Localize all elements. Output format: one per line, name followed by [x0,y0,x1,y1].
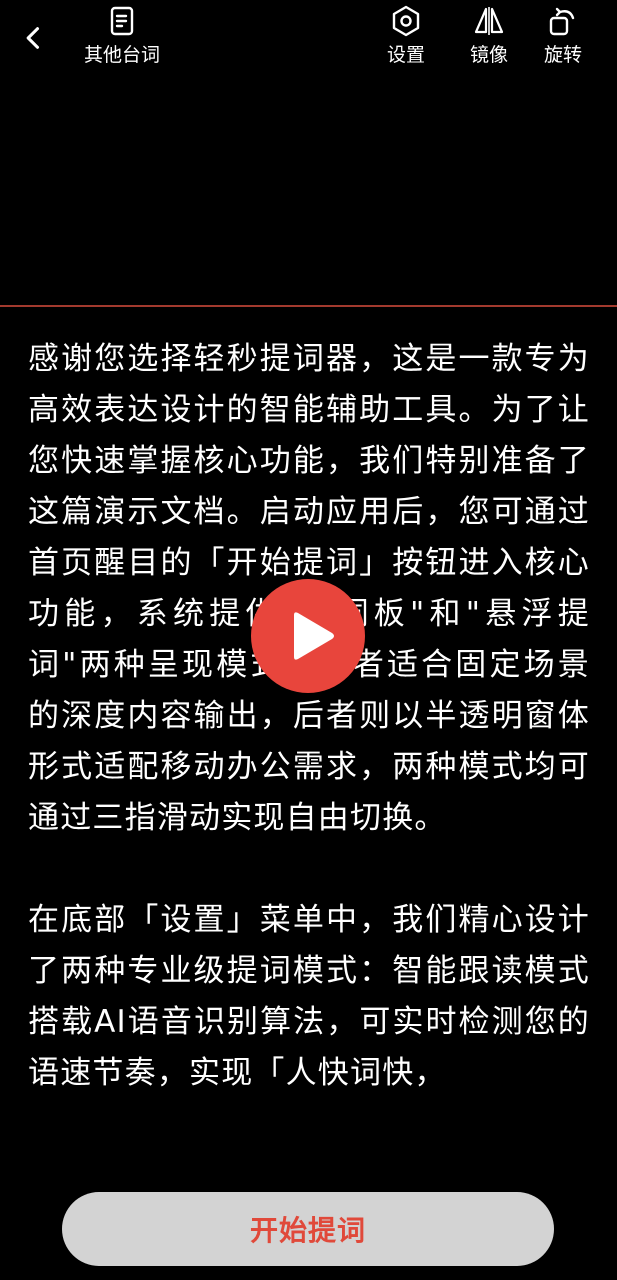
back-button[interactable] [14,18,54,58]
rotate-icon [549,7,575,36]
hexagon-settings-icon [392,5,420,37]
rotate-label: 旋转 [543,44,582,66]
mirror-label: 镜像 [469,44,508,66]
rotate-button[interactable]: 旋转 [518,4,608,66]
teleprompter-screen: 其他台词 设置 镜像 旋转 感谢您选择轻秒提词器，这是一款专为高效表达设计的智能… [0,0,617,1280]
settings-button[interactable]: 设置 [361,4,451,66]
play-icon [294,612,334,660]
other-scripts-label: 其他台词 [83,44,160,66]
play-button[interactable] [251,579,365,693]
settings-label: 设置 [386,44,425,66]
script-paragraph-2: 在底部「设置」菜单中，我们精心设计了两种专业级提词模式：智能跟读模式搭载AI语音… [28,902,590,1091]
reading-line-divider [0,305,617,307]
chevron-left-icon [26,27,40,49]
mirror-icon [474,7,504,35]
top-toolbar: 其他台词 设置 镜像 旋转 [0,0,617,80]
start-prompting-button[interactable]: 开始提词 [62,1192,554,1266]
document-list-icon [110,6,134,36]
other-scripts-button[interactable]: 其他台词 [77,4,167,66]
script-content[interactable]: 感谢您选择轻秒提词器，这是一款专为高效表达设计的智能辅助工具。为了让您快速掌握核… [28,334,590,1146]
